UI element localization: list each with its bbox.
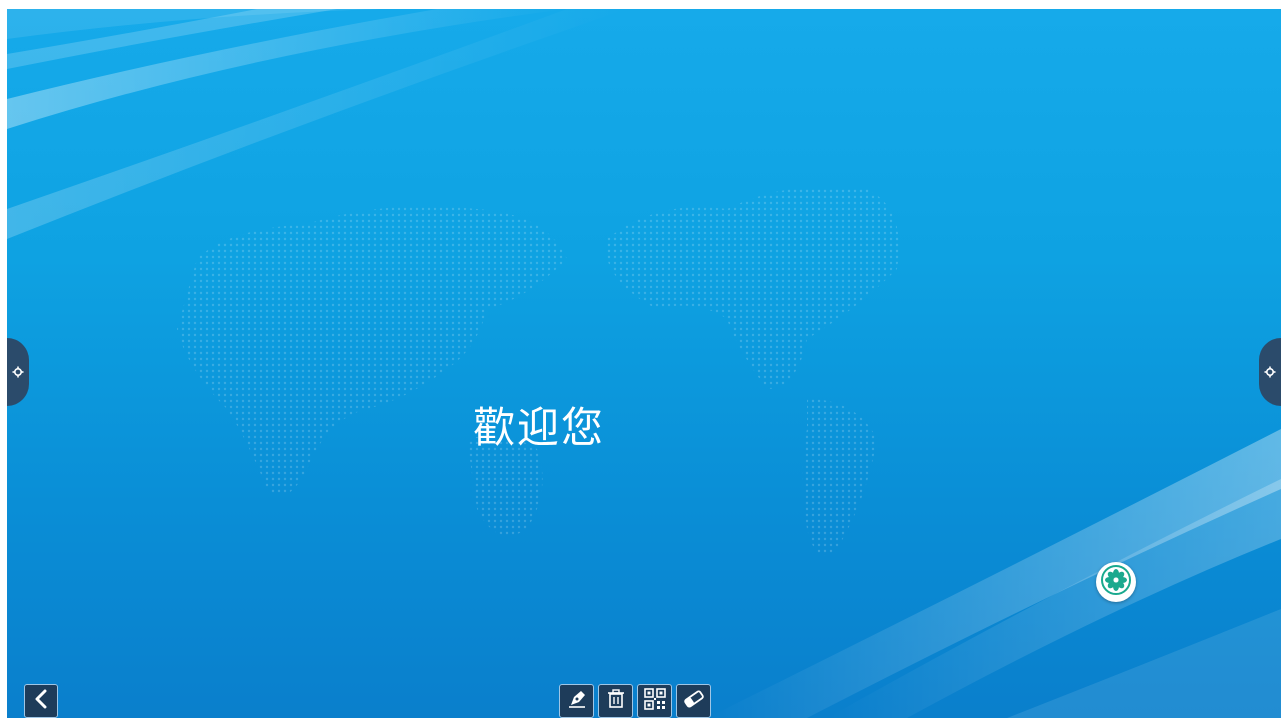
chevron-left-icon [33,689,49,713]
bottom-toolbar [559,684,711,718]
trash-icon [606,688,626,714]
floating-assistant-button[interactable] [1096,562,1136,602]
qr-code-button[interactable] [637,684,672,718]
eraser-icon [683,688,705,714]
trash-button[interactable] [598,684,633,718]
pen-icon [566,688,588,714]
welcome-text: 歡迎您 [473,403,606,452]
qr-code-icon [643,688,666,714]
background-decoration [7,9,1281,718]
gear-icon [1264,366,1276,378]
back-button[interactable] [24,684,58,718]
flower-icon [1101,565,1131,599]
desktop-background: 歡迎您 [7,9,1281,718]
eraser-button[interactable] [676,684,711,718]
right-settings-tab[interactable] [1259,338,1281,406]
gear-icon [12,366,24,378]
pen-button[interactable] [559,684,594,718]
